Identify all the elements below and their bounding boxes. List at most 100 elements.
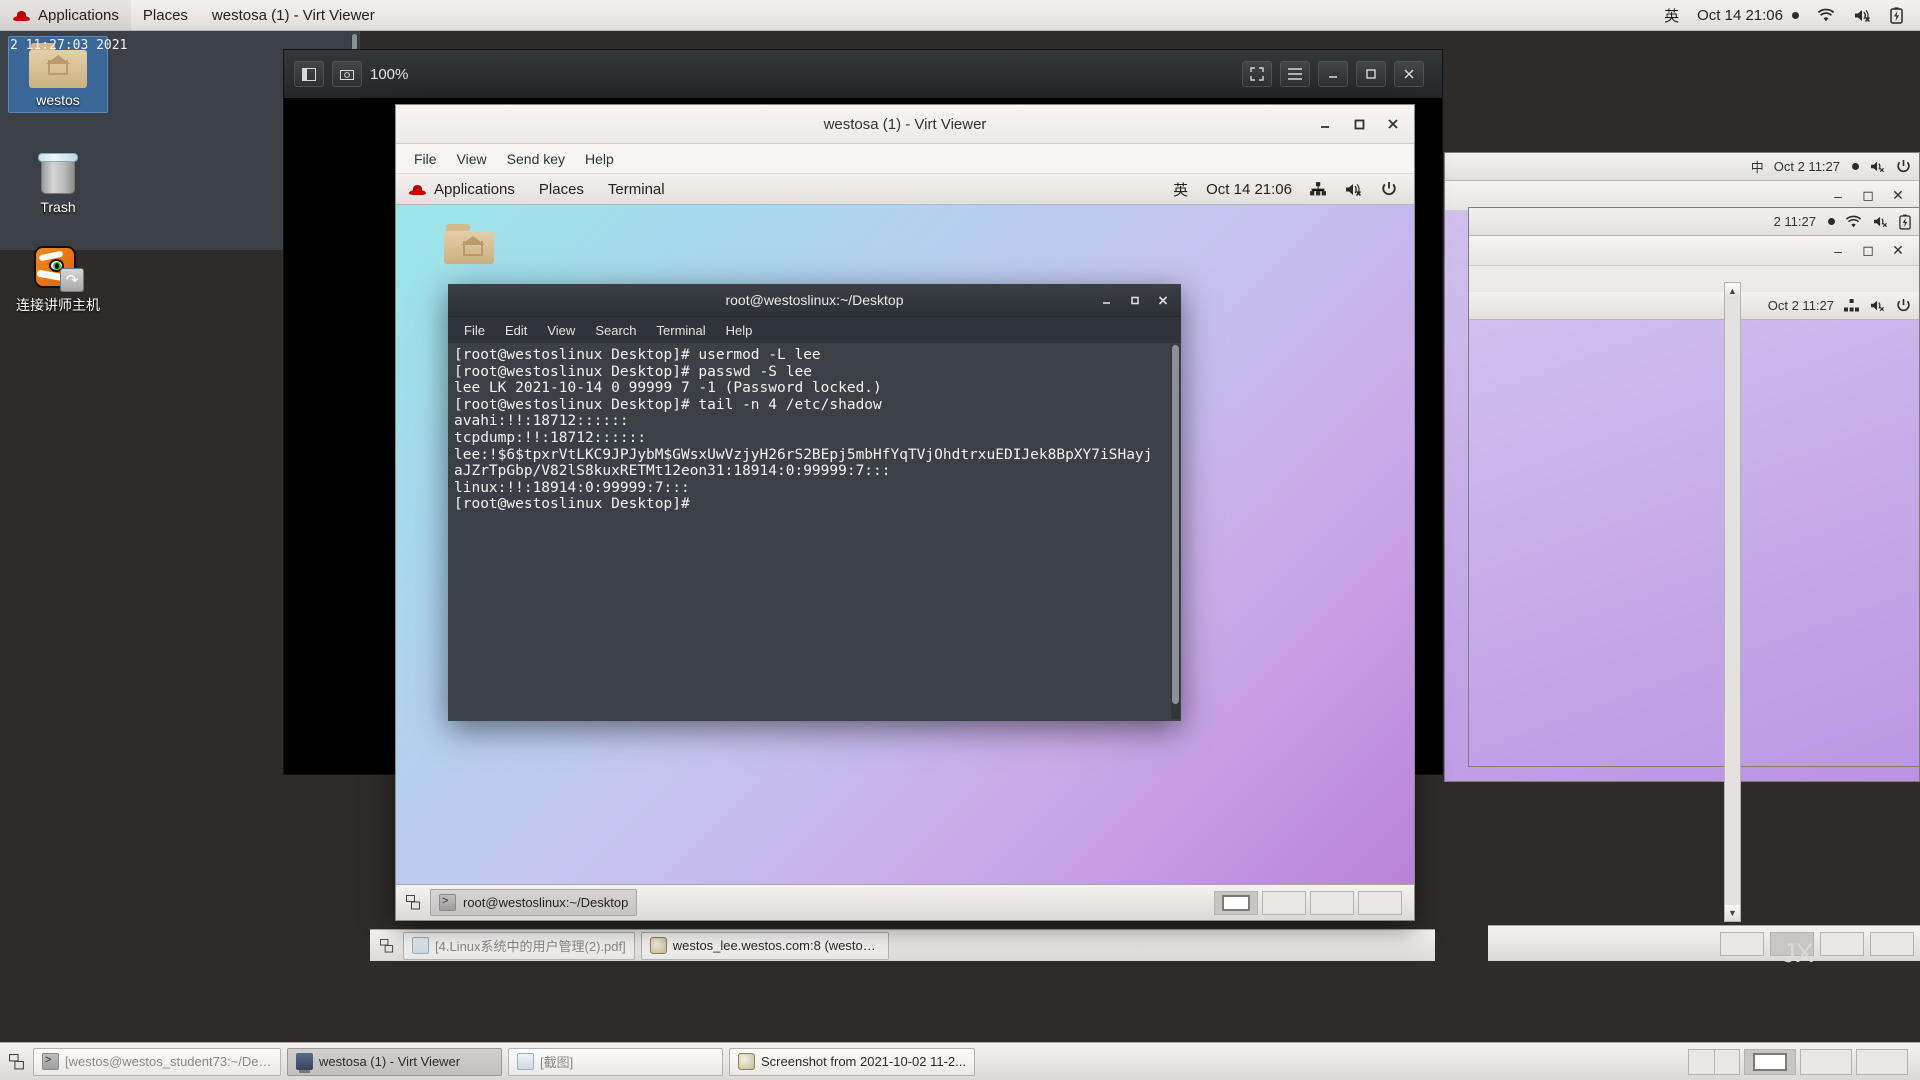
vm-taskbar-button-terminal-label: root@westoslinux:~/Desktop: [463, 895, 628, 910]
terminal-menu-help[interactable]: Help: [716, 317, 763, 343]
fullscreen-icon[interactable]: [1242, 61, 1272, 87]
vm-applications-menu[interactable]: Applications: [396, 174, 527, 204]
host-places-menu[interactable]: Places: [131, 0, 200, 30]
close-icon[interactable]: [1394, 61, 1424, 87]
vm-power[interactable]: [1372, 174, 1406, 204]
volume-muted-icon: [1344, 182, 1363, 197]
virt-viewer-window[interactable]: westosa (1) - Virt Viewer File View Send…: [395, 104, 1415, 921]
minimize-icon[interactable]: [1093, 287, 1121, 313]
maximize-icon[interactable]: [1356, 61, 1386, 87]
nested-pager-page-1[interactable]: [1720, 932, 1764, 956]
background-vm-taskbar: [4.Linux系统中的用户管理(2).pdf] westos_lee.west…: [370, 929, 1435, 961]
vnc-icon: [650, 937, 667, 954]
gnome-terminal-window[interactable]: root@westoslinux:~/Desktop: [448, 284, 1181, 721]
vm-pager-page-1[interactable]: [1214, 891, 1258, 915]
vm-desktop-icon-westos[interactable]: [426, 224, 512, 264]
host-active-window-title[interactable]: westosa (1) - Virt Viewer: [200, 0, 387, 30]
nested-b-titlebar[interactable]: – ◻ ✕: [1469, 236, 1919, 266]
redhat-icon: [12, 8, 31, 22]
record-dot-icon: [1852, 163, 1859, 170]
host-clock[interactable]: Oct 14 21:06: [1688, 0, 1808, 30]
minimize-icon[interactable]: –: [1823, 238, 1853, 264]
terminal-titlebar[interactable]: root@westoslinux:~/Desktop: [448, 284, 1181, 317]
host-taskbar-button-terminal[interactable]: [westos@westos_student73:~/Des...: [33, 1048, 281, 1076]
terminal-menu-search[interactable]: Search: [585, 317, 646, 343]
host-pager-page-1[interactable]: [1688, 1049, 1740, 1075]
virt-viewer-zoom-level: 100%: [370, 66, 408, 83]
close-icon[interactable]: ✕: [1883, 183, 1913, 209]
vm-pager-page-4[interactable]: [1358, 891, 1402, 915]
host-taskbar-button-virt-viewer-label: westosa (1) - Virt Viewer: [319, 1054, 460, 1069]
vm-clock-label: Oct 14 21:06: [1206, 181, 1292, 198]
close-icon[interactable]: [1149, 287, 1177, 313]
menu-icon[interactable]: [1280, 61, 1310, 87]
minimize-icon[interactable]: –: [1823, 183, 1853, 209]
show-desktop-icon[interactable]: [4, 1047, 30, 1077]
host-places-label: Places: [143, 7, 188, 24]
vm-volume[interactable]: [1335, 174, 1372, 204]
vm-active-app[interactable]: Terminal: [596, 174, 677, 204]
host-pager-page-3[interactable]: [1800, 1049, 1852, 1075]
menu-view[interactable]: View: [447, 144, 497, 173]
vm-clock[interactable]: Oct 14 21:06: [1197, 174, 1301, 204]
minimize-icon[interactable]: [1308, 109, 1342, 139]
pdf-icon: [412, 937, 429, 954]
terminal-title: root@westoslinux:~/Desktop: [448, 292, 1181, 308]
record-dot-icon: [1828, 218, 1835, 225]
maximize-icon[interactable]: [1342, 109, 1376, 139]
terminal-menu-view[interactable]: View: [537, 317, 585, 343]
menu-send-key[interactable]: Send key: [497, 144, 575, 173]
maximize-icon[interactable]: ◻: [1853, 183, 1883, 209]
host-taskbar-button-virt-viewer[interactable]: westosa (1) - Virt Viewer: [287, 1048, 502, 1076]
vm-input-method[interactable]: 英: [1164, 174, 1197, 204]
battery-charging-icon: [1890, 7, 1903, 24]
show-desktop-icon[interactable]: [374, 931, 400, 961]
host-battery[interactable]: [1881, 0, 1912, 30]
menu-help[interactable]: Help: [575, 144, 624, 173]
vm-network[interactable]: [1301, 174, 1335, 204]
host-input-method[interactable]: 英: [1655, 0, 1688, 30]
host-pager-page-4[interactable]: [1856, 1049, 1908, 1075]
vm-places-label: Places: [539, 181, 584, 198]
vm-screen[interactable]: Applications Places Terminal 英 Oct 14: [396, 174, 1414, 920]
host-taskbar-button-screenshot-tool[interactable]: [截图]: [508, 1048, 723, 1076]
show-desktop-icon[interactable]: [400, 888, 426, 918]
vm-places-menu[interactable]: Places: [527, 174, 596, 204]
screenshot-icon[interactable]: [332, 61, 362, 87]
vm-applications-label: Applications: [434, 181, 515, 198]
host-pager-page-2[interactable]: [1744, 1049, 1796, 1075]
vm-taskbar-button-terminal[interactable]: root@westoslinux:~/Desktop: [430, 889, 637, 916]
background-taskbar-button-pdf[interactable]: [4.Linux系统中的用户管理(2).pdf]: [403, 932, 635, 960]
host-taskbar-button-screenshot-file[interactable]: Screenshot from 2021-10-02 11-2...: [729, 1048, 975, 1076]
nested-panel-c: Oct 2 11:27: [1469, 292, 1919, 320]
scroll-down-icon[interactable]: ▼: [1725, 905, 1740, 921]
close-icon[interactable]: ✕: [1883, 238, 1913, 264]
terminal-body[interactable]: [root@westoslinux Desktop]# usermod -L l…: [448, 343, 1181, 721]
host-applications-menu[interactable]: Applications: [0, 0, 131, 30]
minimize-icon[interactable]: [1318, 61, 1348, 87]
host-wifi[interactable]: [1808, 0, 1844, 30]
nested-vertical-scrollbar[interactable]: ▲ ▼: [1724, 282, 1741, 922]
maximize-icon[interactable]: ◻: [1853, 238, 1883, 264]
terminal-menu-file[interactable]: File: [454, 317, 495, 343]
menu-file[interactable]: File: [404, 144, 447, 173]
host-volume[interactable]: [1844, 0, 1881, 30]
document-icon: [517, 1053, 534, 1070]
nested-pager-page-3[interactable]: [1820, 932, 1864, 956]
background-taskbar-button-vnc[interactable]: westos_lee.westos.com:8 (westos) ...: [641, 932, 889, 960]
maximize-icon[interactable]: [1121, 287, 1149, 313]
host-taskbar-button-screenshot-file-label: Screenshot from 2021-10-02 11-2...: [761, 1054, 966, 1069]
vm-pager-page-3[interactable]: [1310, 891, 1354, 915]
battery-charging-icon: [1899, 214, 1911, 230]
close-icon[interactable]: [1376, 109, 1410, 139]
terminal-menu-terminal[interactable]: Terminal: [647, 317, 716, 343]
sidebar-toggle-icon[interactable]: [294, 61, 324, 87]
nested-window-b[interactable]: 2 11:27 – ◻ ✕ Oct 2 11:27: [1468, 207, 1920, 767]
terminal-icon: [42, 1053, 59, 1070]
network-wired-icon: [1310, 182, 1326, 196]
scroll-up-icon[interactable]: ▲: [1725, 283, 1740, 299]
vm-pager-page-2[interactable]: [1262, 891, 1306, 915]
nested-pager-page-4[interactable]: [1870, 932, 1914, 956]
virt-viewer-titlebar[interactable]: westosa (1) - Virt Viewer: [396, 105, 1414, 144]
terminal-menu-edit[interactable]: Edit: [495, 317, 537, 343]
